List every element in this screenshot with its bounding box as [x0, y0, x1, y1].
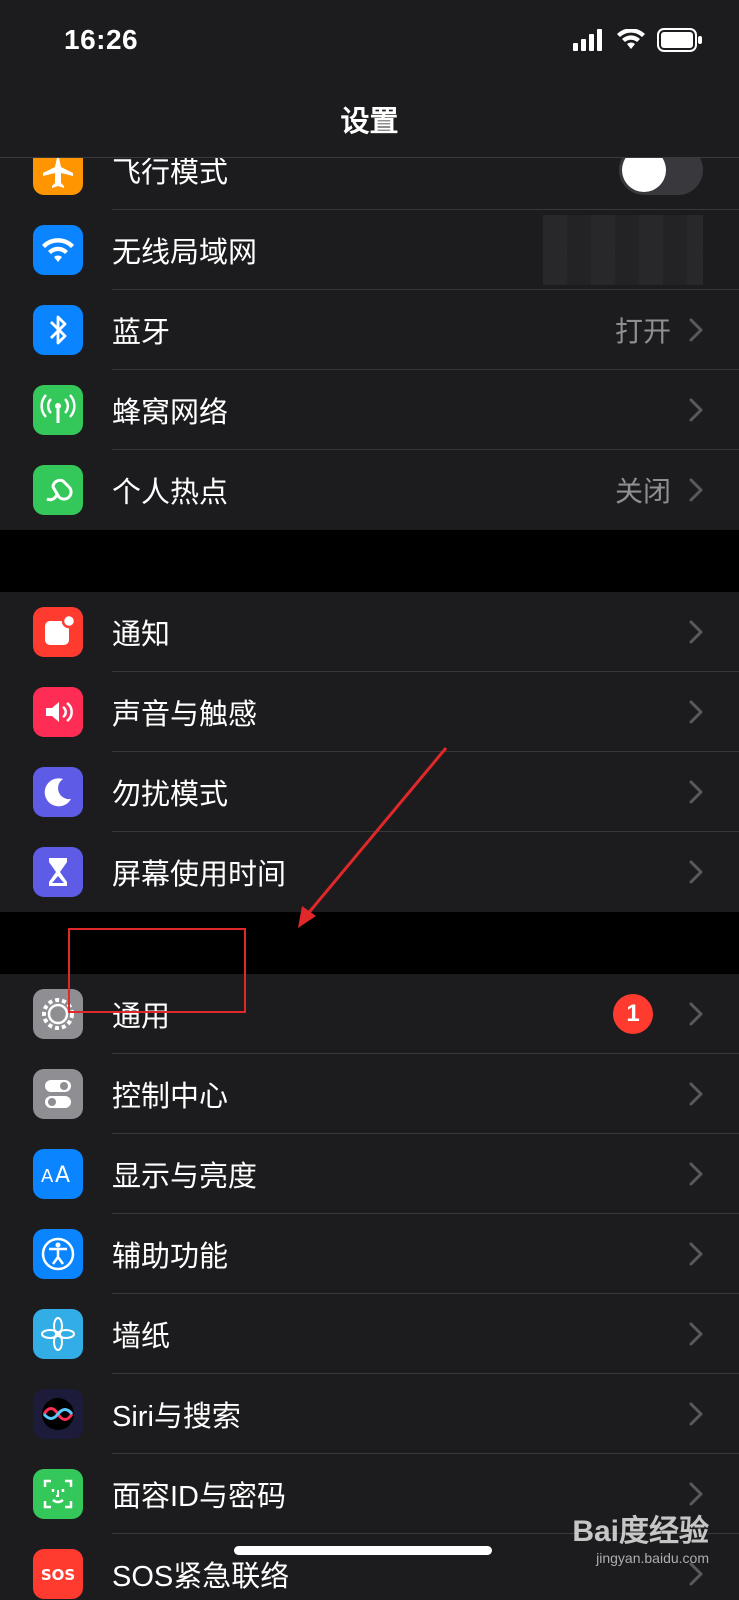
watermark-logo: Bai度经验	[572, 1515, 709, 1548]
watermark-url: jingyan.baidu.com	[596, 1550, 709, 1566]
watermark: Bai度经验 jingyan.baidu.com	[572, 1506, 709, 1566]
home-indicator[interactable]	[234, 1546, 492, 1555]
annotation-arrow	[298, 747, 448, 928]
